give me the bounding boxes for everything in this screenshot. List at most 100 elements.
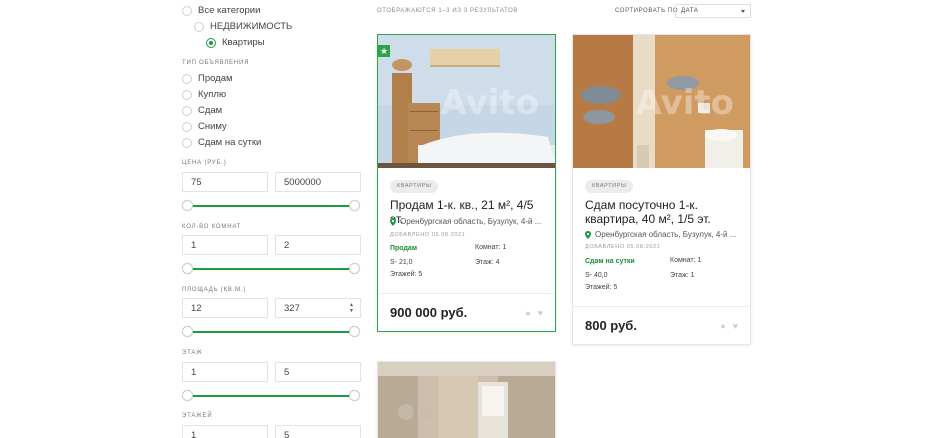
category-realty-radio[interactable]: НЕДВИЖИМОСТЬ [194,21,292,32]
radio-icon [194,21,204,32]
radio-label: Сдам на сутки [198,137,262,148]
area-min-input[interactable]: 12 [182,298,268,318]
listing-price: 800 руб. [585,318,637,333]
floors-min-input[interactable]: 1 [182,425,268,438]
area-value: S- 21,0 [390,259,413,266]
deal-type: Продам [390,245,418,252]
radio-label: Квартиры [222,37,265,48]
floors-heading: ЭТАЖЕЙ [182,413,213,419]
watermark-logo: Avito [440,83,539,123]
radio-icon [182,5,192,16]
price-heading: ЦЕНА (РУБ.) [182,160,227,166]
radio-label: Все категории [198,5,261,16]
rooms-heading: КОЛ-ВО КОМНАТ [182,224,242,230]
location-text: Оренбургская область, Бузулук, 4-й ... [595,230,737,239]
area-range-slider[interactable] [182,326,360,338]
watermark-logo: Avito [635,83,734,123]
slider-min-handle[interactable] [182,263,193,274]
slider-min-handle[interactable] [182,200,193,211]
radio-label: Сниму [198,121,227,132]
rooms-value: Комнат: 1 [475,244,507,251]
floor-min-input[interactable]: 1 [182,362,268,382]
type-rent-wanted-radio[interactable]: Сниму [182,121,227,132]
category-badge[interactable]: КВАРТИРЫ [585,180,634,193]
card-actions: ● ♥ [525,308,543,318]
rooms-range-slider[interactable] [182,263,360,275]
listing-photo[interactable] [378,362,555,438]
listing-price: 900 000 руб. [390,305,468,320]
listing-location: Оренбургская область, Бузулук, 4-й ... [585,230,740,239]
comment-icon[interactable]: ● [525,308,530,318]
results-count: ОТОБРАЖАЮТСЯ 1–3 ИЗ 3 РЕЗУЛЬТАТОВ [377,8,518,14]
type-buy-radio[interactable]: Куплю [182,89,226,100]
sort-select[interactable]: ДАТА [675,4,751,18]
category-badge[interactable]: КВАРТИРЫ [390,180,439,193]
floors-max-input[interactable]: 5 [275,425,361,438]
radio-label: НЕДВИЖИМОСТЬ [210,21,293,32]
rooms-max-input[interactable]: 2 [275,235,361,255]
map-pin-icon [585,230,591,239]
listing-added-date: ДОБАВЛЕНО 05.08.2021 [390,232,466,238]
rooms-min-input[interactable]: 1 [182,235,268,255]
listing-photo[interactable]: Avito ★ [378,35,555,168]
slider-max-handle[interactable] [349,390,360,401]
category-all-radio[interactable]: Все категории [182,5,260,16]
floor-heading: ЭТАЖ [182,350,203,356]
floor-range-slider[interactable] [182,390,360,402]
sort-value: ДАТА [681,8,699,14]
radio-icon [182,121,192,132]
floor-value: Этаж: 4 [475,259,500,266]
price-range-slider[interactable] [182,200,360,212]
heart-icon[interactable]: ♥ [538,308,543,318]
slider-min-handle[interactable] [182,390,193,401]
floor-max-input[interactable]: 5 [275,362,361,382]
listing-photo[interactable]: Avito [573,35,750,168]
slider-track [188,268,354,270]
listing-card[interactable]: Avito КВАРТИРЫ Сдам посуточно 1-к. кварт… [572,34,751,345]
star-icon: ★ [378,45,390,57]
radio-icon [182,89,192,100]
radio-label: Куплю [198,89,227,100]
slider-track [188,395,354,397]
radio-label: Продам [198,73,233,84]
floors-value: Этажей: 5 [585,284,618,291]
sort-label: СОРТИРОВАТЬ ПО [615,8,679,14]
floor-value: Этаж: 1 [670,272,695,279]
listing-card[interactable] [377,361,556,438]
slider-track [188,205,354,207]
listing-title[interactable]: Сдам посуточно 1-к. квартира, 40 м², 1/5… [585,198,743,226]
spinner-arrows-icon[interactable]: ▲ ▼ [349,302,354,314]
listing-added-date: ДОБАВЛЕНО 05.08.2021 [585,244,661,250]
card-actions: ● ♥ [720,321,738,331]
floors-value: Этажей: 5 [390,271,423,278]
price-max-input[interactable]: 5000000 [275,172,361,192]
type-rent-radio[interactable]: Сдам [182,105,222,116]
area-value: S- 40,0 [585,272,608,279]
radio-label: Сдам [198,105,223,116]
area-max-value: 327 [284,303,300,314]
chevron-down-icon [741,10,745,13]
deal-type: Сдам на сутки [585,258,635,265]
category-apartments-radio[interactable]: Квартиры [206,37,265,48]
area-max-input[interactable]: 327 ▲ ▼ [275,298,361,318]
slider-max-handle[interactable] [349,200,360,211]
listing-location: Оренбургская область, Бузулук, 4-й ... [390,217,545,226]
comment-icon[interactable]: ● [720,321,725,331]
type-sell-radio[interactable]: Продам [182,73,233,84]
radio-icon [182,73,192,84]
slider-min-handle[interactable] [182,326,193,337]
radio-checked-icon [206,37,216,48]
heart-icon[interactable]: ♥ [733,321,738,331]
listing-card[interactable]: Avito ★ КВАРТИРЫ Продам 1-к. кв., 21 м²,… [377,34,556,332]
type-daily-rent-radio[interactable]: Сдам на сутки [182,137,261,148]
map-pin-icon [390,217,396,226]
card-divider [378,293,555,294]
location-text: Оренбургская область, Бузулук, 4-й ... [400,217,542,226]
slider-max-handle[interactable] [349,263,360,274]
rooms-value: Комнат: 1 [670,257,702,264]
area-heading: ПЛОЩАДЬ (КВ.М.) [182,287,247,293]
slider-max-handle[interactable] [349,326,360,337]
radio-icon [182,105,192,116]
price-min-input[interactable]: 75 [182,172,268,192]
listing-type-heading: ТИП ОБЪЯВЛЕНИЯ [182,60,250,66]
